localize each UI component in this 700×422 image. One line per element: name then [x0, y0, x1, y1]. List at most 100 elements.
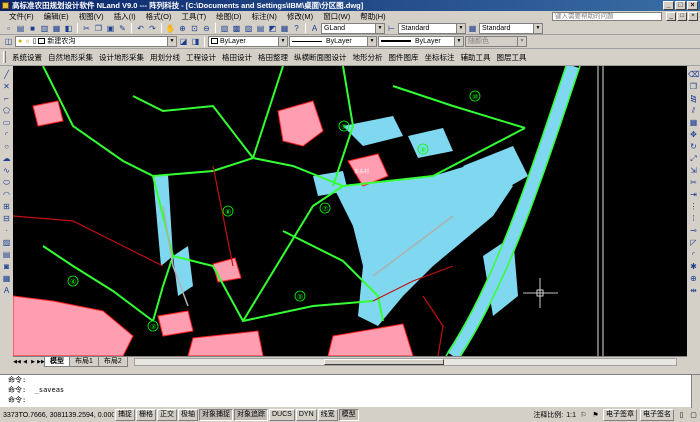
- lineweight-toggle[interactable]: 线宽: [317, 409, 338, 421]
- app-icon[interactable]: [2, 2, 9, 9]
- mirror-icon[interactable]: ⧎: [688, 93, 699, 104]
- lock-icon[interactable]: ▯: [677, 411, 686, 420]
- plugin-terrain-analysis[interactable]: 地形分析: [350, 50, 386, 65]
- text-style-select[interactable]: GLand ▼: [321, 22, 385, 34]
- drawing-canvas[interactable]: ④ ③ ⑥ ⑤ ⑦ ⑨ ⑧ ⑩ 东头村: [13, 66, 687, 356]
- rotate-icon[interactable]: ↻: [688, 141, 699, 152]
- linetype-select[interactable]: ByLayer ▼: [289, 36, 377, 47]
- multiline-text-icon[interactable]: A: [1, 285, 12, 296]
- sheet-set-icon[interactable]: ▤: [255, 23, 266, 34]
- doc-restore-button[interactable]: □: [677, 12, 687, 21]
- construction-line-icon[interactable]: ✕: [1, 81, 12, 92]
- plugin-division-lines[interactable]: 用划分线: [147, 50, 183, 65]
- auto-scale-icon[interactable]: ⚑: [591, 411, 600, 420]
- menu-edit[interactable]: 编辑(E): [39, 11, 74, 22]
- plugin-map-library[interactable]: 图件图库: [386, 50, 422, 65]
- model-toggle[interactable]: 模型: [338, 409, 359, 421]
- table-style-select[interactable]: Standard ▼: [479, 22, 543, 34]
- distance-icon[interactable]: ⇹: [688, 285, 699, 296]
- calculator-icon[interactable]: ▦: [279, 23, 290, 34]
- layer-select[interactable]: ● ☼ ▯ 新建农沟 ▼: [15, 36, 177, 47]
- minimize-button[interactable]: _: [663, 1, 674, 10]
- command-scrollbar[interactable]: [691, 375, 700, 408]
- command-input-line[interactable]: 命令:: [0, 395, 700, 405]
- pan-icon[interactable]: ✋: [165, 23, 176, 34]
- break-icon[interactable]: ⁞: [688, 213, 699, 224]
- tool-palettes-icon[interactable]: ▨: [243, 23, 254, 34]
- prev-tab-button[interactable]: ◀: [21, 358, 29, 366]
- annotation-scale-value[interactable]: 1:1: [566, 412, 576, 419]
- zoom-window-icon[interactable]: ⊡: [189, 23, 200, 34]
- chamfer-icon[interactable]: ◸: [688, 237, 699, 248]
- plugin-system-settings[interactable]: 系统设置: [9, 50, 45, 65]
- help-icon[interactable]: ?: [291, 23, 302, 34]
- point-icon[interactable]: ·: [1, 225, 12, 236]
- polygon-icon[interactable]: ⬠: [1, 105, 12, 116]
- menu-modify[interactable]: 修改(M): [282, 11, 318, 22]
- lineweight-select[interactable]: ByLayer ▼: [378, 36, 464, 47]
- undo-icon[interactable]: ↶: [135, 23, 146, 34]
- toolbar-grip[interactable]: [3, 51, 6, 63]
- horizontal-scrollbar[interactable]: [133, 357, 677, 366]
- design-center-icon[interactable]: ▩: [231, 23, 242, 34]
- new-file-icon[interactable]: ▫: [3, 23, 14, 34]
- paste-icon[interactable]: ▣: [105, 23, 116, 34]
- gradient-icon[interactable]: ▤: [1, 249, 12, 260]
- region-icon[interactable]: ◙: [1, 261, 12, 272]
- menu-window[interactable]: 窗口(W): [318, 11, 355, 22]
- scale-icon[interactable]: ⤢: [688, 153, 699, 164]
- grid-toggle[interactable]: 栅格: [136, 409, 156, 421]
- zoom-realtime-icon[interactable]: ⊕: [177, 23, 188, 34]
- menu-help[interactable]: 帮助(H): [355, 11, 390, 22]
- insert-block-icon[interactable]: ⊞: [1, 201, 12, 212]
- zoom-extents-icon[interactable]: ⊕: [688, 273, 699, 284]
- menu-format[interactable]: 格式(O): [141, 11, 177, 22]
- polyline-icon[interactable]: ⌐: [1, 93, 12, 104]
- rectangle-icon[interactable]: ▭: [1, 117, 12, 128]
- offset-icon[interactable]: ⫽: [688, 105, 699, 116]
- stretch-icon[interactable]: ⇲: [688, 165, 699, 176]
- layer-manager-icon[interactable]: ◫: [3, 36, 14, 47]
- array-icon[interactable]: ▦: [688, 117, 699, 128]
- make-layer-current-icon[interactable]: ◪: [178, 36, 189, 47]
- scrollbar-thumb[interactable]: [324, 358, 445, 365]
- copy-icon[interactable]: ❐: [93, 23, 104, 34]
- arc-icon[interactable]: ◜: [1, 129, 12, 140]
- layer-previous-icon[interactable]: ◨: [190, 36, 201, 47]
- menu-view[interactable]: 视图(V): [74, 11, 109, 22]
- save-icon[interactable]: ■: [27, 23, 38, 34]
- redo-icon[interactable]: ↷: [147, 23, 158, 34]
- plugin-natural-terrain[interactable]: 自然地形采集: [45, 50, 96, 65]
- trim-icon[interactable]: ✂: [688, 177, 699, 188]
- menu-insert[interactable]: 插入(I): [109, 11, 141, 22]
- close-button[interactable]: ×: [687, 1, 698, 10]
- e-signature-button[interactable]: 电子签名: [640, 409, 674, 421]
- copy-object-icon[interactable]: ❐: [688, 81, 699, 92]
- move-icon[interactable]: ✥: [688, 129, 699, 140]
- plugin-field-arrange[interactable]: 格田整理: [255, 50, 291, 65]
- match-properties-icon[interactable]: ✎: [117, 23, 128, 34]
- maximize-button[interactable]: □: [675, 1, 686, 10]
- explode-icon[interactable]: ✱: [688, 261, 699, 272]
- tab-layout2[interactable]: 布局2: [97, 356, 128, 367]
- print-icon[interactable]: ▥: [39, 23, 50, 34]
- menu-dimension[interactable]: 标注(N): [247, 11, 282, 22]
- ortho-toggle[interactable]: 正交: [157, 409, 177, 421]
- menu-tools[interactable]: 工具(T): [177, 11, 212, 22]
- color-select[interactable]: ByLayer ▼: [208, 36, 288, 47]
- erase-icon[interactable]: ⌫: [688, 69, 699, 80]
- plugin-coordinate-label[interactable]: 坐标标注: [422, 50, 458, 65]
- extend-icon[interactable]: ⇥: [688, 189, 699, 200]
- open-file-icon[interactable]: ▤: [15, 23, 26, 34]
- ellipse-arc-icon[interactable]: ◠: [1, 189, 12, 200]
- annotation-visibility-icon[interactable]: ⚐: [579, 411, 588, 420]
- print-preview-icon[interactable]: ▦: [51, 23, 62, 34]
- properties-icon[interactable]: ▧: [219, 23, 230, 34]
- table-icon[interactable]: ▦: [1, 273, 12, 284]
- plugin-section-design[interactable]: 纵横断面图设计: [291, 50, 350, 65]
- plugin-design-terrain[interactable]: 设计地形采集: [96, 50, 147, 65]
- plugin-layer-tools[interactable]: 图层工具: [494, 50, 530, 65]
- e-seal-button[interactable]: 电子签章: [603, 409, 637, 421]
- snap-toggle[interactable]: 捕捉: [115, 409, 135, 421]
- break-at-point-icon[interactable]: ⋮: [688, 201, 699, 212]
